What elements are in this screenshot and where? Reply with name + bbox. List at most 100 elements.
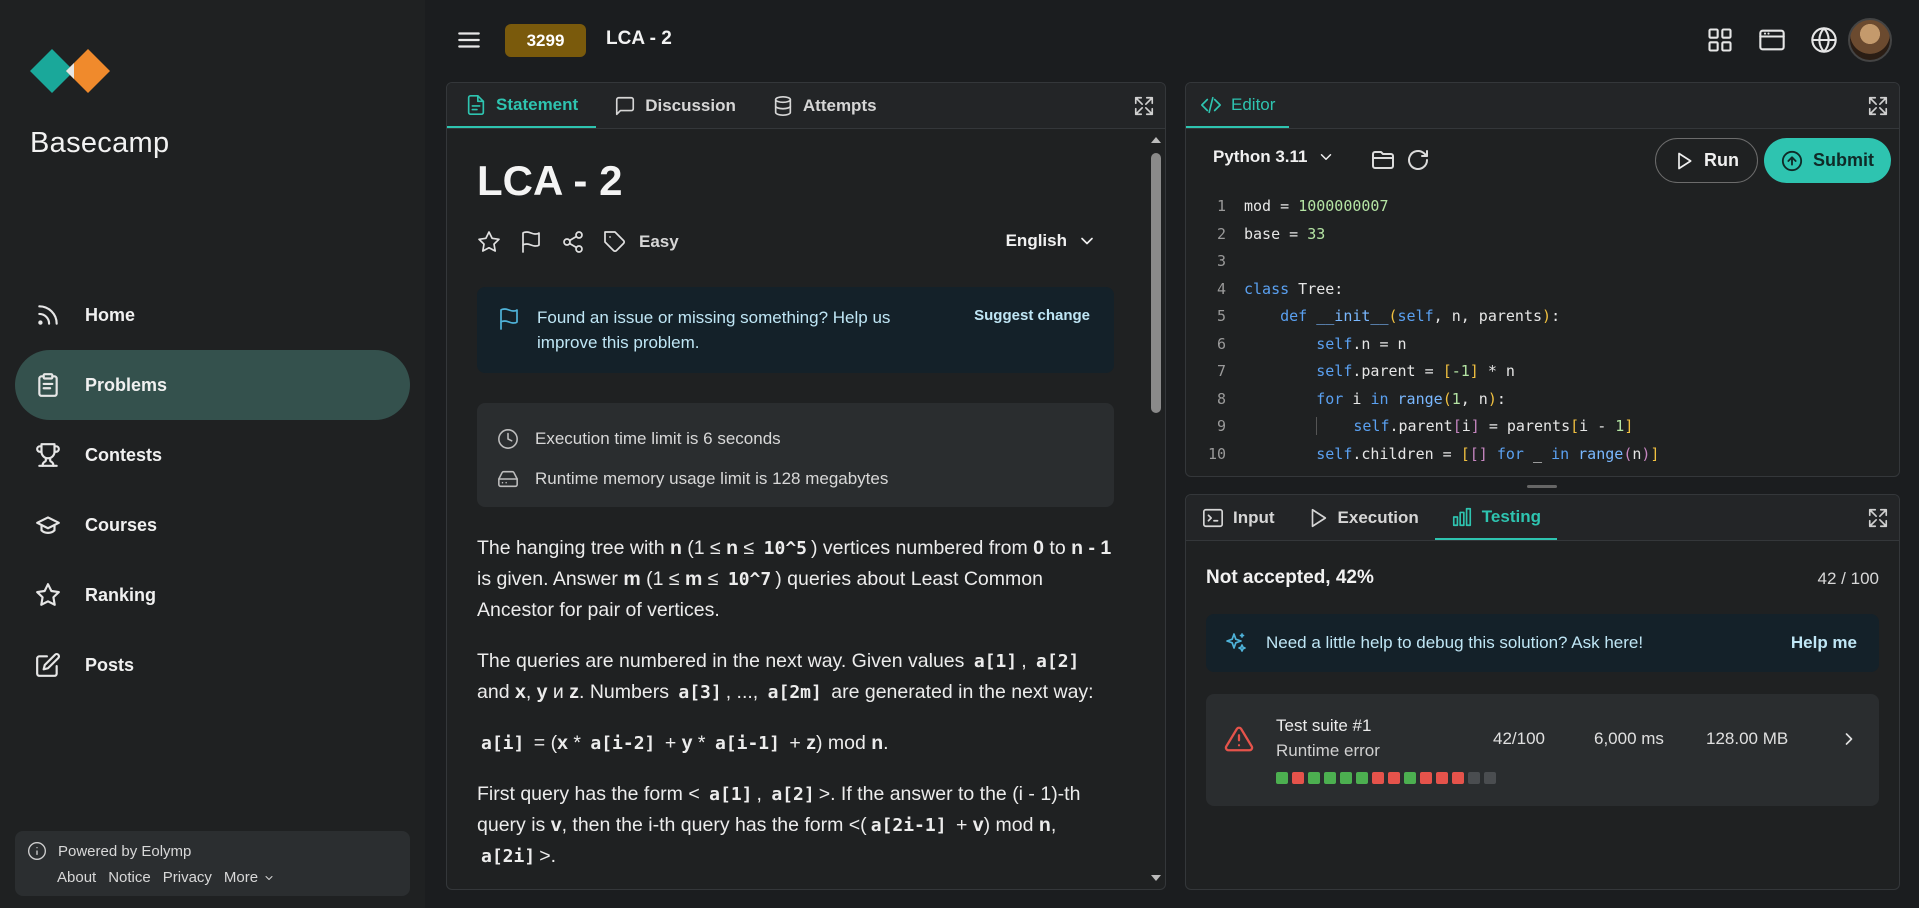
expand-icon[interactable] bbox=[1867, 95, 1889, 117]
sidebar-item-problems[interactable]: Problems bbox=[15, 350, 410, 420]
score-text: 42 / 100 bbox=[1817, 569, 1879, 588]
code-line: 5 def __init__(self, n, parents): bbox=[1216, 307, 1561, 325]
code-line: 2 base = 33 bbox=[1216, 224, 1326, 243]
scroll-up-icon[interactable] bbox=[1150, 135, 1162, 145]
info-icon bbox=[28, 842, 46, 860]
globe-icon[interactable] bbox=[1810, 26, 1838, 54]
problem-actions: Easy English bbox=[477, 227, 1117, 257]
test-result-fail[interactable] bbox=[1292, 772, 1304, 784]
chevron-right-icon[interactable] bbox=[1839, 729, 1859, 749]
run-button[interactable]: Run bbox=[1655, 138, 1758, 183]
statement-formula: a[i] = (x * a[i-2] + y * a[i-1] + z) mod… bbox=[481, 732, 889, 754]
chevron-down-icon bbox=[1321, 154, 1332, 160]
scrollbar-thumb[interactable] bbox=[1151, 153, 1161, 413]
basecamp-logo[interactable] bbox=[30, 42, 110, 100]
sidebar-item-posts[interactable]: Posts bbox=[15, 630, 410, 700]
hard-drive-icon bbox=[498, 470, 518, 488]
test-result-pass[interactable] bbox=[1276, 772, 1288, 784]
footer-link-notice[interactable]: Notice bbox=[108, 869, 151, 886]
submit-button[interactable]: Submit bbox=[1764, 138, 1891, 183]
sidebar-nav: Home Problems Contests Courses Ranking P… bbox=[15, 280, 410, 700]
sidebar-item-label: Problems bbox=[85, 374, 168, 395]
file-text-icon bbox=[467, 94, 485, 115]
sidebar-item-ranking[interactable]: Ranking bbox=[15, 560, 410, 630]
statement-tabs: Statement Discussion Attempts bbox=[447, 83, 1165, 129]
sidebar: Basecamp Home Problems Contests Courses … bbox=[0, 0, 425, 908]
test-result-none[interactable] bbox=[1484, 772, 1496, 784]
code-line: 9 self.parent[i] = parents[i - 1] bbox=[1216, 417, 1634, 435]
test-result-pass[interactable] bbox=[1404, 772, 1416, 784]
output-tabs: Input Execution Testing bbox=[1186, 495, 1899, 541]
tag-icon[interactable] bbox=[603, 230, 627, 254]
code-line: 8 for i in range(1, n): bbox=[1216, 389, 1506, 408]
sidebar-item-contests[interactable]: Contests bbox=[15, 420, 410, 490]
statement-paragraph: The hanging tree with n (1 ≤ n ≤ 10^5) v… bbox=[477, 537, 1112, 621]
folder-icon[interactable] bbox=[1371, 148, 1395, 172]
sidebar-item-label: Courses bbox=[85, 514, 158, 535]
test-result-pass[interactable] bbox=[1324, 772, 1336, 784]
tab-attempts[interactable]: Attempts bbox=[754, 83, 895, 128]
tab-execution[interactable]: Execution bbox=[1291, 495, 1435, 540]
clipboard-icon bbox=[38, 373, 58, 397]
test-result-none[interactable] bbox=[1468, 772, 1480, 784]
sidebar-item-label: Ranking bbox=[85, 584, 157, 605]
tab-discussion[interactable]: Discussion bbox=[596, 83, 754, 128]
tab-editor[interactable]: Editor bbox=[1186, 83, 1290, 128]
tab-statement[interactable]: Statement bbox=[447, 83, 597, 128]
statement-body: LCA - 2 Easy English Found an issue or m… bbox=[477, 129, 1117, 889]
sidebar-item-label: Contests bbox=[85, 444, 163, 465]
sidebar-item-home[interactable]: Home bbox=[15, 280, 410, 350]
test-suite-row[interactable]: Test suite #1 Runtime error 42/100 6,000… bbox=[1206, 694, 1879, 806]
flag-icon[interactable] bbox=[519, 230, 543, 254]
statement-scrollbar[interactable] bbox=[1149, 135, 1163, 883]
menu-icon[interactable] bbox=[456, 27, 482, 53]
panel-resize-handle[interactable] bbox=[1527, 485, 1557, 488]
problem-title: LCA - 2 bbox=[477, 157, 623, 204]
test-result-pass[interactable] bbox=[1340, 772, 1352, 784]
browser-window-icon[interactable] bbox=[1758, 26, 1786, 54]
suggest-change-button[interactable]: Suggest change bbox=[974, 307, 1090, 324]
code-line: 6 self.n = n bbox=[1216, 334, 1407, 353]
test-result-fail[interactable] bbox=[1388, 772, 1400, 784]
suite-memory: 128.00 MB bbox=[1706, 729, 1789, 748]
page-title: LCA - 2 bbox=[606, 28, 672, 49]
rss-icon bbox=[38, 305, 58, 325]
test-result-fail[interactable] bbox=[1420, 772, 1432, 784]
limits-card: Execution time limit is 6 seconds Runtim… bbox=[477, 403, 1114, 507]
tab-input[interactable]: Input bbox=[1186, 495, 1291, 540]
footer-link-privacy[interactable]: Privacy bbox=[163, 869, 212, 886]
chat-bubble-icon bbox=[616, 96, 635, 115]
expand-icon[interactable] bbox=[1133, 95, 1155, 117]
layout-grid-icon[interactable] bbox=[1706, 26, 1734, 54]
footer-link-about[interactable]: About bbox=[57, 869, 96, 886]
tab-testing[interactable]: Testing bbox=[1434, 495, 1557, 540]
sidebar-item-courses[interactable]: Courses bbox=[15, 490, 410, 560]
statement-paragraph: The queries are numbered in the next way… bbox=[477, 650, 1094, 703]
test-result-pass[interactable] bbox=[1356, 772, 1368, 784]
star-icon[interactable] bbox=[477, 230, 501, 254]
test-result-pass[interactable] bbox=[1308, 772, 1320, 784]
warning-triangle-icon bbox=[1224, 726, 1254, 752]
refresh-icon[interactable] bbox=[1406, 148, 1430, 172]
test-result-fail[interactable] bbox=[1452, 772, 1464, 784]
share-icon[interactable] bbox=[561, 230, 585, 254]
footer-more-menu[interactable]: More bbox=[224, 869, 275, 886]
language-select[interactable]: Python 3.11 bbox=[1213, 147, 1335, 167]
code-editor[interactable]: 1 mod = 1000000007 2 base = 33 3 4 class Tr… bbox=[1186, 193, 1899, 475]
play-icon bbox=[1678, 152, 1692, 169]
scroll-down-icon[interactable] bbox=[1150, 873, 1162, 883]
test-result-fail[interactable] bbox=[1372, 772, 1384, 784]
verdict-text: Not accepted, 42% bbox=[1206, 567, 1374, 588]
expand-icon[interactable] bbox=[1867, 507, 1889, 529]
test-result-fail[interactable] bbox=[1436, 772, 1448, 784]
problem-id-badge: 3299 bbox=[505, 24, 586, 57]
statement-panel: Statement Discussion Attempts LCA - 2 Ea… bbox=[446, 82, 1166, 890]
user-avatar[interactable] bbox=[1848, 18, 1892, 62]
help-me-button[interactable]: Help me bbox=[1791, 633, 1857, 653]
terminal-icon bbox=[1203, 508, 1223, 527]
code-line: 7 self.parent = [-1] * n bbox=[1216, 362, 1515, 380]
language-select[interactable]: English bbox=[1006, 231, 1097, 251]
bar-chart-icon bbox=[1452, 507, 1471, 526]
sparkles-icon bbox=[1226, 633, 1246, 652]
issue-banner: Found an issue or missing something? Hel… bbox=[477, 287, 1114, 373]
